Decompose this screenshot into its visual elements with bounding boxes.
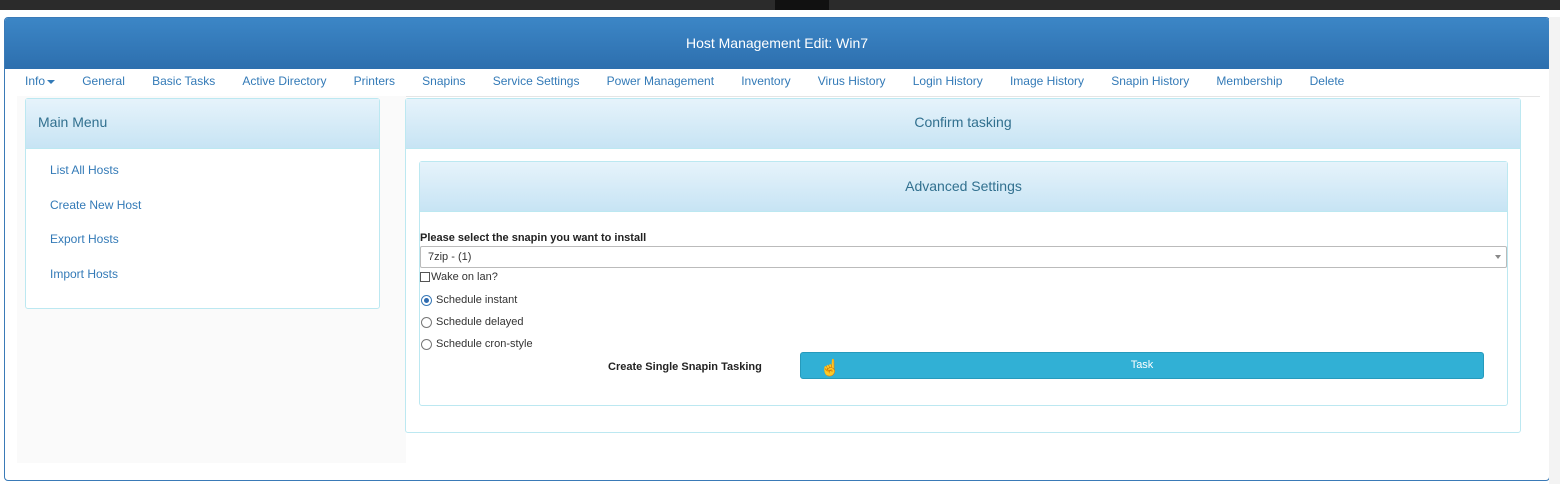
page-title: Host Management Edit: Win7 [5,18,1549,69]
nav-item-snapins[interactable]: Snapins [409,73,480,95]
schedule-cron-row: Schedule cron-style [421,338,533,350]
list-item: List All Hosts [50,163,379,198]
nav-item-virus-history[interactable]: Virus History [804,73,899,95]
snapin-select-label: Please select the snapin you want to ins… [420,232,647,244]
confirm-tasking-title: Confirm tasking [406,99,1520,149]
list-item: Import Hosts [50,267,379,302]
schedule-instant-radio[interactable] [421,294,432,306]
wake-on-lan-row: Wake on lan? [420,271,498,283]
nav-item-inventory[interactable]: Inventory [728,73,805,95]
task-button[interactable]: Task [800,352,1484,379]
schedule-delayed-label: Schedule delayed [436,316,524,328]
create-new-host-link[interactable]: Create New Host [50,198,141,212]
scrollbar[interactable] [1549,17,1560,484]
window-top-strip [0,0,1560,10]
list-item: Export Hosts [50,232,379,267]
main-menu-panel: Main Menu List All Hosts Create New Host… [25,98,380,309]
snapin-select[interactable]: 7zip - (1) [420,246,1507,268]
nav-item-delete[interactable]: Delete [1296,73,1358,95]
nav-item-info[interactable]: Info [25,73,69,95]
nav-item-general[interactable]: General [69,73,139,95]
nav-item-label: Info [25,74,46,88]
hand-cursor-icon: ☝ [820,360,840,377]
create-snapin-task-label: Create Single Snapin Tasking [608,361,762,373]
nav-item-power-management[interactable]: Power Management [593,73,728,95]
main-menu-list: List All Hosts Create New Host Export Ho… [26,149,379,301]
main-menu-title: Main Menu [26,99,379,149]
wake-on-lan-label: Wake on lan? [431,271,498,283]
nav-item-login-history[interactable]: Login History [899,73,996,95]
nav-item-printers[interactable]: Printers [340,73,409,95]
import-hosts-link[interactable]: Import Hosts [50,267,118,281]
nav-item-basic-tasks[interactable]: Basic Tasks [139,73,229,95]
list-item: Create New Host [50,198,379,233]
advanced-settings-title: Advanced Settings [420,162,1507,212]
dropdown-arrow-icon [1495,255,1501,259]
advanced-settings-panel: Advanced Settings Please select the snap… [419,161,1508,406]
host-nav-bar: Info General Basic Tasks Active Director… [25,73,1358,95]
snapin-selected-value: 7zip - (1) [428,251,472,263]
top-notch [775,0,829,10]
export-hosts-link[interactable]: Export Hosts [50,232,119,246]
nav-item-membership[interactable]: Membership [1203,73,1296,95]
wake-on-lan-checkbox[interactable] [420,272,430,282]
schedule-cron-radio[interactable] [421,338,432,350]
schedule-instant-row: Schedule instant [421,294,517,306]
nav-item-image-history[interactable]: Image History [996,73,1097,95]
schedule-delayed-radio[interactable] [421,316,432,328]
nav-item-active-directory[interactable]: Active Directory [229,73,340,95]
schedule-cron-label: Schedule cron-style [436,338,533,350]
nav-item-snapin-history[interactable]: Snapin History [1098,73,1203,95]
confirm-tasking-panel: Confirm tasking Advanced Settings Please… [405,98,1521,433]
schedule-delayed-row: Schedule delayed [421,316,523,328]
nav-item-service-settings[interactable]: Service Settings [479,73,593,95]
schedule-instant-label: Schedule instant [436,294,518,306]
list-all-hosts-link[interactable]: List All Hosts [50,163,119,177]
caret-down-icon [47,79,56,84]
